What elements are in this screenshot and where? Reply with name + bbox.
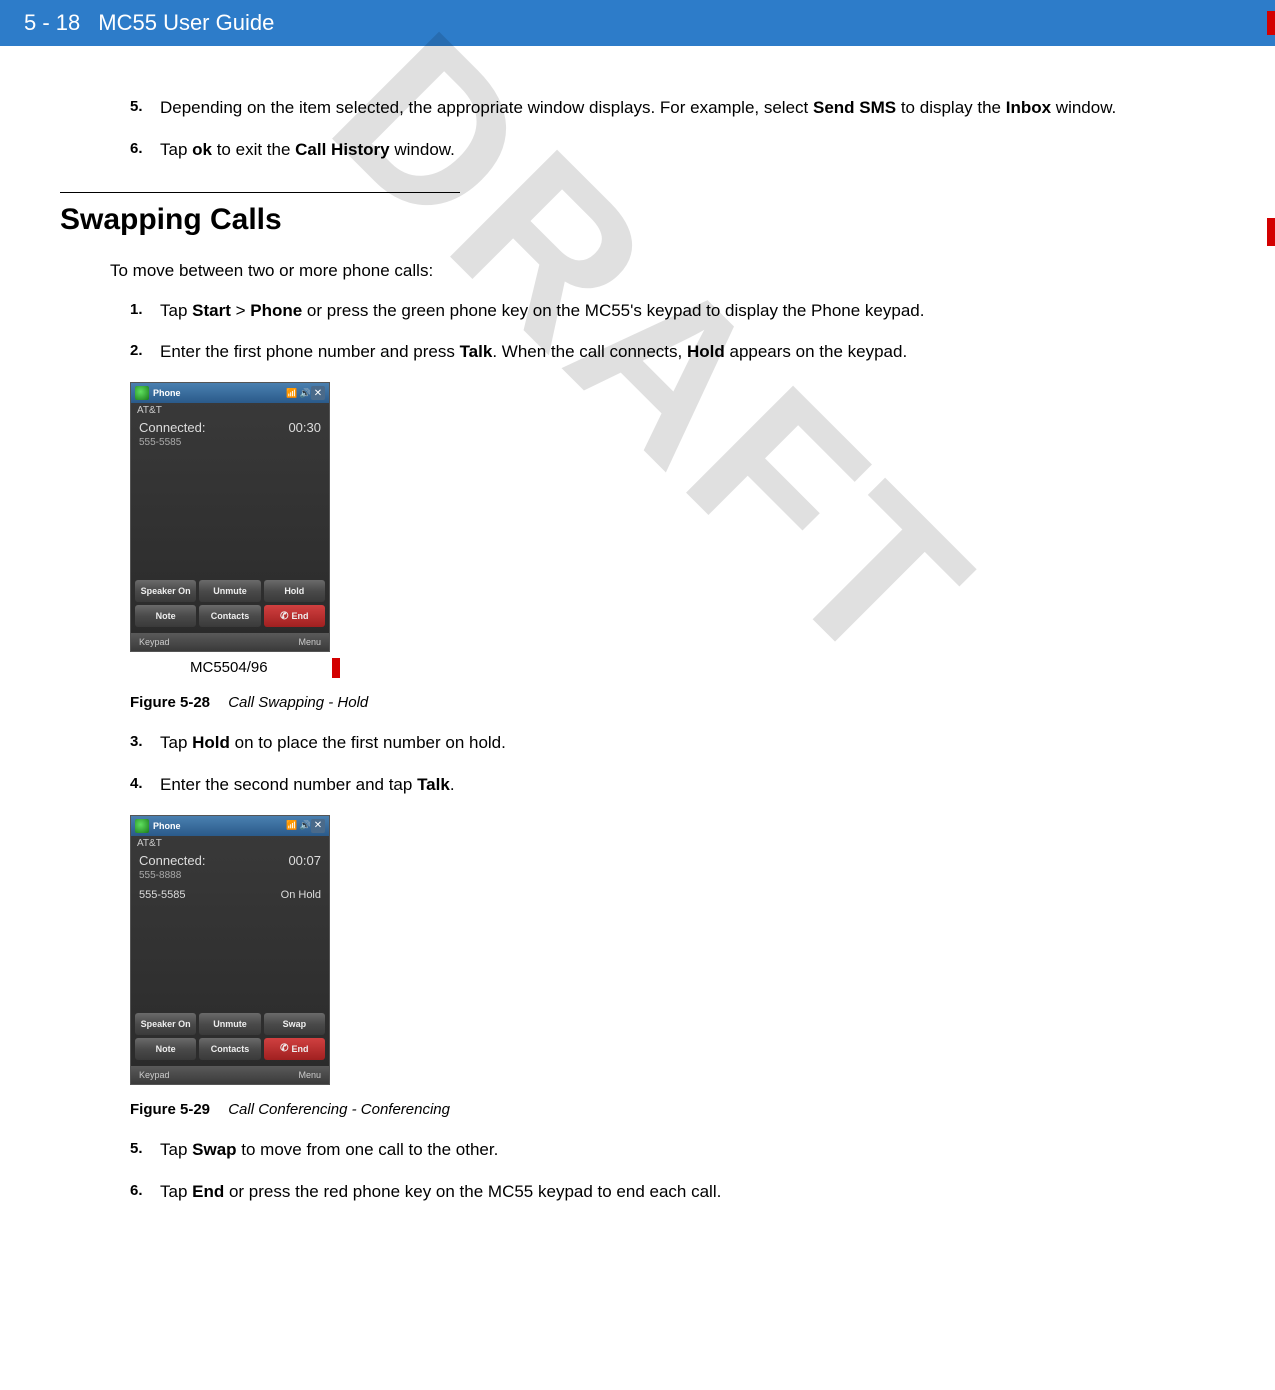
steps-a: 1. Tap Start > Phone or press the green … — [130, 299, 1215, 365]
phone-bottom-bar: Keypad Menu — [131, 1066, 329, 1084]
phone-title-bar: Phone 📶 🔊 ✕ — [131, 816, 329, 836]
step-text: Tap ok to exit the Call History window. — [160, 138, 1215, 162]
steps-c: 5. Tap Swap to move from one call to the… — [130, 1138, 1215, 1204]
phone-app-title: Phone — [153, 821, 181, 831]
intro-steps: 5. Depending on the item selected, the a… — [130, 96, 1215, 162]
section-divider — [60, 192, 460, 193]
section-title: Swapping Calls — [60, 203, 282, 237]
phone-app-title: Phone — [153, 388, 181, 398]
swap-button[interactable]: Swap — [264, 1013, 325, 1035]
step-text: Tap End or press the red phone key on th… — [160, 1180, 1215, 1204]
end-button[interactable]: End — [264, 605, 325, 627]
step-item: 3. Tap Hold on to place the first number… — [130, 731, 1215, 755]
step-text: Depending on the item selected, the appr… — [160, 96, 1215, 120]
speaker-button[interactable]: Speaker On — [135, 580, 196, 602]
status-label: Connected: — [139, 420, 206, 435]
end-button[interactable]: End — [264, 1038, 325, 1060]
hold-number: 555-5585 — [139, 889, 186, 901]
step-number: 5. — [130, 96, 160, 120]
figure-text: Call Swapping - Hold — [228, 694, 368, 711]
section-title-row: Swapping Calls — [60, 203, 1215, 261]
header-bar: 5 - 18 MC55 User Guide — [0, 0, 1275, 46]
unmute-button[interactable]: Unmute — [199, 1013, 260, 1035]
header-page-number: 5 - 18 — [24, 10, 80, 36]
hold-status: On Hold — [281, 889, 321, 901]
connected-row: Connected: 00:07 — [131, 851, 329, 870]
phone-buttons: Speaker On Unmute Hold Note Contacts End — [131, 576, 329, 631]
step-text: Enter the first phone number and press T… — [160, 340, 1215, 364]
phone-number: 555-5585 — [131, 437, 329, 450]
change-bar-icon — [1267, 11, 1275, 35]
timer-label: 00:30 — [288, 420, 321, 435]
speaker-button[interactable]: Speaker On — [135, 1013, 196, 1035]
step-text: Enter the second number and tap Talk. — [160, 773, 1215, 797]
step-number: 6. — [130, 1180, 160, 1204]
onhold-row: 555-5585 On Hold — [131, 883, 329, 903]
step-text: Tap Hold on to place the first number on… — [160, 731, 1215, 755]
close-icon: ✕ — [311, 386, 325, 400]
change-bar-icon — [1267, 218, 1275, 246]
status-label: Connected: — [139, 853, 206, 868]
page-content: DRAFT 5. Depending on the item selected,… — [0, 46, 1275, 1261]
phone-title-bar: Phone 📶 🔊 ✕ — [131, 383, 329, 403]
carrier-label: AT&T — [131, 836, 329, 851]
contacts-button[interactable]: Contacts — [199, 605, 260, 627]
start-icon — [135, 386, 149, 400]
step-item: 6. Tap End or press the red phone key on… — [130, 1180, 1215, 1204]
device-model-label: MC5504/96 — [190, 658, 1215, 678]
hold-button[interactable]: Hold — [264, 580, 325, 602]
change-bar-icon — [332, 658, 340, 678]
keypad-softkey[interactable]: Keypad — [139, 1070, 170, 1080]
phone-screenshot-2: Phone 📶 🔊 ✕ AT&T Connected: 00:07 555-88… — [130, 815, 330, 1085]
phone-screenshot-1: Phone 📶 🔊 ✕ AT&T Connected: 00:30 555-55… — [130, 382, 330, 652]
step-number: 5. — [130, 1138, 160, 1162]
step-number: 2. — [130, 340, 160, 364]
phone-buttons: Speaker On Unmute Swap Note Contacts End — [131, 1009, 329, 1064]
status-icons: 📶 🔊 — [286, 820, 311, 831]
phone-number: 555-8888 — [131, 870, 329, 883]
status-icons: 📶 🔊 — [286, 388, 311, 399]
note-button[interactable]: Note — [135, 1038, 196, 1060]
step-number: 4. — [130, 773, 160, 797]
step-item: 1. Tap Start > Phone or press the green … — [130, 299, 1215, 323]
step-number: 3. — [130, 731, 160, 755]
figure-caption-1: Figure 5-28 Call Swapping - Hold — [130, 694, 1215, 711]
timer-label: 00:07 — [288, 853, 321, 868]
step-item: 6. Tap ok to exit the Call History windo… — [130, 138, 1215, 162]
step-item: 5. Tap Swap to move from one call to the… — [130, 1138, 1215, 1162]
unmute-button[interactable]: Unmute — [199, 580, 260, 602]
step-text: Tap Start > Phone or press the green pho… — [160, 299, 1215, 323]
start-icon — [135, 819, 149, 833]
step-item: 5. Depending on the item selected, the a… — [130, 96, 1215, 120]
figure-label: Figure 5-29 — [130, 1101, 210, 1118]
header-title: MC55 User Guide — [98, 10, 274, 36]
close-icon: ✕ — [311, 819, 325, 833]
steps-b: 3. Tap Hold on to place the first number… — [130, 731, 1215, 797]
step-item: 2. Enter the first phone number and pres… — [130, 340, 1215, 364]
step-number: 6. — [130, 138, 160, 162]
contacts-button[interactable]: Contacts — [199, 1038, 260, 1060]
menu-softkey[interactable]: Menu — [298, 637, 321, 647]
step-text: Tap Swap to move from one call to the ot… — [160, 1138, 1215, 1162]
figure-caption-2: Figure 5-29 Call Conferencing - Conferen… — [130, 1101, 1215, 1118]
note-button[interactable]: Note — [135, 605, 196, 627]
step-number: 1. — [130, 299, 160, 323]
figure-label: Figure 5-28 — [130, 694, 210, 711]
carrier-label: AT&T — [131, 403, 329, 418]
section-intro: To move between two or more phone calls: — [110, 261, 1215, 281]
step-item: 4. Enter the second number and tap Talk. — [130, 773, 1215, 797]
figure-text: Call Conferencing - Conferencing — [228, 1101, 450, 1118]
keypad-softkey[interactable]: Keypad — [139, 637, 170, 647]
connected-row: Connected: 00:30 — [131, 418, 329, 437]
phone-bottom-bar: Keypad Menu — [131, 633, 329, 651]
menu-softkey[interactable]: Menu — [298, 1070, 321, 1080]
